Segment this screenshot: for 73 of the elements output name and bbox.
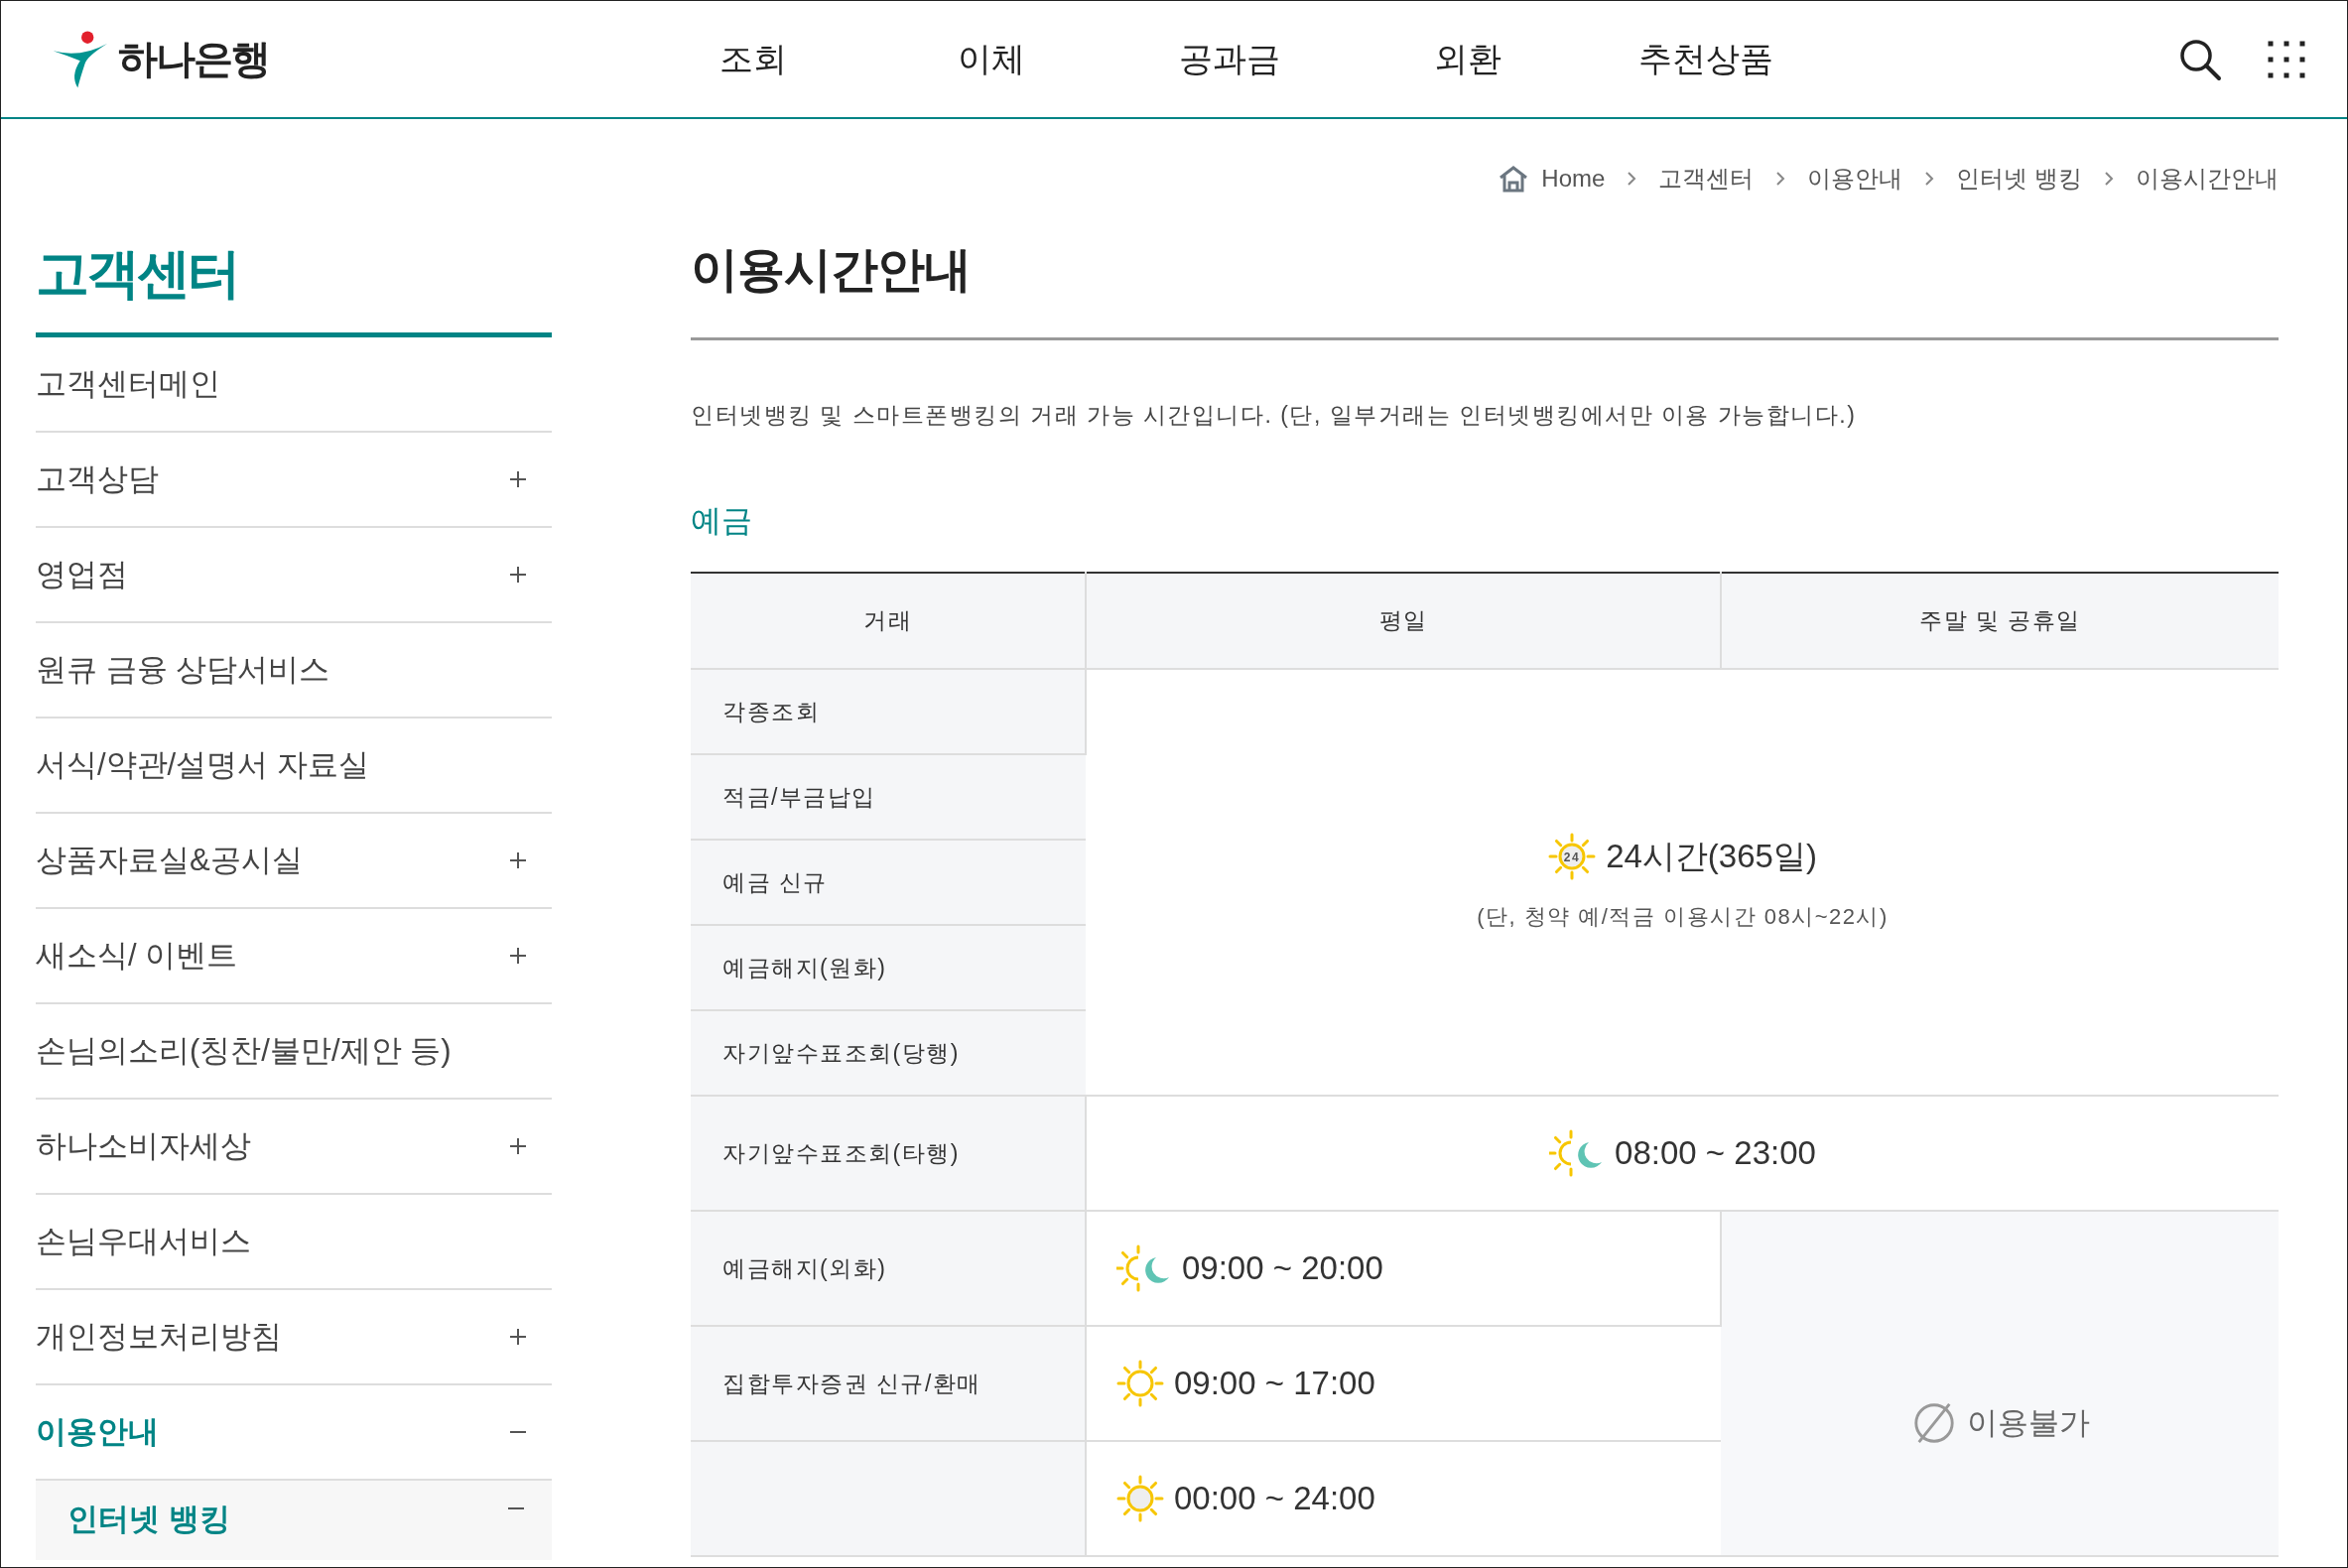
unavailable-text: 이용불가 xyxy=(1966,1404,2090,1442)
sidebar-item[interactable]: 손님우대서비스 xyxy=(36,1195,552,1290)
sidebar-item-label: 상품자료실&공시실 xyxy=(36,842,303,879)
table-cell: 적금/부금납입 xyxy=(691,754,1086,840)
bank-logo[interactable]: 하나은행 xyxy=(51,28,348,90)
sun-moon-icon xyxy=(1116,1244,1172,1292)
time-text: 09:00 ~ 20:00 xyxy=(1182,1249,1383,1287)
nav-link[interactable]: 공과금 xyxy=(1110,36,1349,82)
sidebar-item[interactable]: 새소식/ 이벤트 xyxy=(36,909,552,1004)
chevron-icon xyxy=(2104,171,2114,187)
sidebar-item[interactable]: 고객상담 xyxy=(36,433,552,528)
sidebar-item-label: 이용안내 xyxy=(36,1413,159,1451)
sidebar-item[interactable]: 서식/약관/설명서 자료실 xyxy=(36,719,552,814)
nav-link[interactable]: 이체 xyxy=(872,36,1110,82)
table-cell: 자기앞수표조회(당행) xyxy=(691,1010,1086,1096)
table-cell: 집합투자증권 신규/환매 xyxy=(722,1370,981,1396)
expand-icon[interactable] xyxy=(508,850,528,870)
chevron-icon xyxy=(1627,171,1637,187)
nav-link[interactable]: 외환 xyxy=(1349,36,1587,82)
page-title: 이용시간안내 xyxy=(691,208,2279,340)
sidebar-title: 고객센터 xyxy=(36,238,552,337)
table-cell: 자기앞수표조회(타행) xyxy=(691,1096,1086,1211)
home-icon xyxy=(1498,165,1530,193)
time-note: (단, 청약 예/적금 이용시간 08시~22시) xyxy=(1476,903,1890,931)
breadcrumb-link[interactable]: 인터넷 뱅킹 xyxy=(1956,163,2082,195)
breadcrumb-link[interactable]: 이용시간안내 xyxy=(2136,163,2279,195)
sidebar-item[interactable]: 하나소비자세상 xyxy=(36,1100,552,1195)
nav-link[interactable]: 조회 xyxy=(634,36,872,82)
sidebar-item-label: 손님의소리(칭찬/불만/제안 등) xyxy=(36,1032,452,1070)
page-description: 인터넷뱅킹 및 스마트폰뱅킹의 거래 가능 시간입니다. (단, 일부거래는 인터넷뱅킹에서만 이용 가능합니다.) xyxy=(691,401,1858,430)
chevron-icon xyxy=(1775,171,1786,187)
expand-icon[interactable] xyxy=(508,1136,528,1156)
table-cell: 예금해지(외화) xyxy=(722,1254,887,1281)
sidebar-item[interactable]: 고객센터메인 xyxy=(36,337,552,433)
sidebar-item-label: 서식/약관/설명서 자료실 xyxy=(36,746,369,784)
search-icon[interactable] xyxy=(2178,37,2222,81)
expand-icon[interactable] xyxy=(508,469,528,489)
time-text: 00:00 ~ 24:00 xyxy=(1174,1480,1375,1517)
table-cell: 예금 신규 xyxy=(691,840,1086,925)
sidebar-item[interactable]: 영업점 xyxy=(36,528,552,623)
time-text: 08:00 ~ 23:00 xyxy=(1615,1134,1816,1172)
sidebar-item-label: 개인정보처리방침 xyxy=(36,1318,282,1356)
table-cell: 각종조회 xyxy=(691,669,1086,754)
chevron-icon xyxy=(1924,171,1935,187)
breadcrumb-link[interactable]: Home xyxy=(1541,165,1606,193)
sun-clock-icon xyxy=(1116,1475,1164,1522)
sun-icon xyxy=(1116,1360,1164,1407)
sidebar-item[interactable]: 개인정보처리방침 xyxy=(36,1290,552,1385)
sidebar-item-label: 고객상담 xyxy=(36,460,159,498)
sidebar-item-label: 영업점 xyxy=(36,556,128,593)
expand-icon[interactable] xyxy=(508,565,528,585)
section-title: 예금 xyxy=(691,502,753,540)
nav-link[interactable]: 추천상품 xyxy=(1587,36,1825,82)
expand-icon[interactable] xyxy=(508,1327,528,1347)
sidebar-item-label: 새소식/ 이벤트 xyxy=(36,937,238,975)
sidebar-item[interactable]: 원큐 금융 상담서비스 xyxy=(36,623,552,719)
sidebar-item-label: 손님우대서비스 xyxy=(36,1223,251,1260)
sidebar-item-label: 하나소비자세상 xyxy=(36,1127,251,1165)
column-header: 평일 xyxy=(1086,573,1721,669)
sidebar-subitem[interactable]: 인터넷 뱅킹 xyxy=(36,1481,552,1560)
breadcrumb-link[interactable]: 이용안내 xyxy=(1807,163,1903,195)
column-header: 거래 xyxy=(691,573,1086,669)
expand-icon[interactable] xyxy=(508,946,528,966)
sidebar-item[interactable]: 상품자료실&공시실 xyxy=(36,814,552,909)
sidebar-item-label: 인터넷 뱅킹 xyxy=(67,1501,230,1538)
time-text: 09:00 ~ 17:00 xyxy=(1174,1365,1375,1402)
table-cell: 예금해지(원화) xyxy=(691,925,1086,1010)
time-text: 24시간(365일) xyxy=(1606,836,1817,876)
breadcrumb-link[interactable]: 고객센터 xyxy=(1658,163,1755,195)
sidebar-item-label: 원큐 금융 상담서비스 xyxy=(36,651,330,689)
sidebar-item-label: 고객센터메인 xyxy=(36,365,220,403)
column-header: 주말 및 공휴일 xyxy=(1721,573,2279,669)
sidebar-item[interactable]: 손님의소리(칭찬/불만/제안 등) xyxy=(36,1004,552,1100)
